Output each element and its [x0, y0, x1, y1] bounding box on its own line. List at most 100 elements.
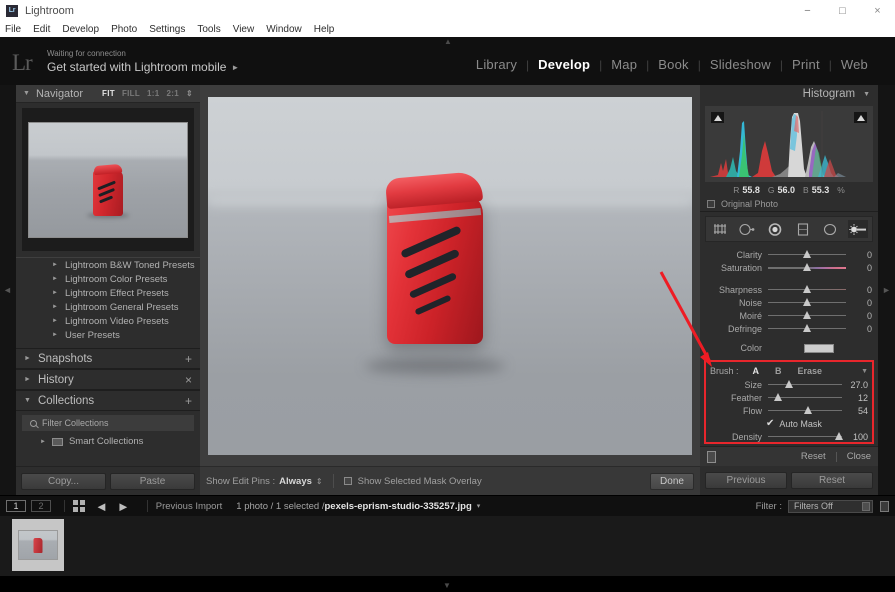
slider-clarity[interactable]: Clarity 0	[700, 248, 878, 261]
current-filename[interactable]: pexels-eprism-studio-335257.jpg	[324, 501, 471, 512]
noise-knob[interactable]	[803, 298, 811, 306]
spot-removal-icon[interactable]	[737, 220, 757, 238]
top-panel-collapse-arrow[interactable]: ▲	[440, 38, 456, 46]
zoom-1-1[interactable]: 1:1	[147, 89, 159, 98]
back-arrow-icon[interactable]: ◄	[95, 499, 108, 514]
color-swatch[interactable]	[804, 343, 834, 353]
histogram-panel[interactable]	[705, 106, 873, 182]
preset-group-bw-toned[interactable]: ► Lightroom B&W Toned Presets	[16, 258, 200, 272]
menu-photo[interactable]: Photo	[111, 24, 137, 35]
brush-feather-track[interactable]	[768, 393, 842, 401]
histogram-header[interactable]: Histogram ▼	[700, 85, 878, 103]
noise-track[interactable]	[768, 298, 846, 306]
preset-group-general[interactable]: ► Lightroom General Presets	[16, 300, 200, 314]
done-button[interactable]: Done	[650, 472, 694, 490]
menu-view[interactable]: View	[233, 24, 255, 35]
defringe-track[interactable]	[768, 324, 846, 332]
auto-mask-row[interactable]: ✔ Auto Mask	[706, 417, 872, 430]
left-panel-collapse-arrow[interactable]: ◄	[3, 278, 12, 302]
original-photo-checkbox[interactable]	[707, 199, 715, 208]
zoom-2-1[interactable]: 2:1	[167, 89, 179, 98]
edit-pins-stepper-icon[interactable]: ⇕	[316, 477, 323, 486]
slider-brush-density[interactable]: Density 100	[706, 430, 872, 443]
clear-history-icon[interactable]: ×	[185, 373, 192, 387]
original-photo-row[interactable]: Original Photo	[700, 196, 878, 212]
radial-filter-icon[interactable]	[820, 220, 840, 238]
filter-collections-row[interactable]: Filter Collections	[22, 415, 194, 431]
brush-reset-link[interactable]: Reset	[801, 451, 826, 462]
zoom-fit[interactable]: FIT	[102, 89, 115, 98]
module-print[interactable]: Print	[783, 57, 829, 72]
preset-group-color[interactable]: ► Lightroom Color Presets	[16, 272, 200, 286]
maximize-icon[interactable]: □	[825, 0, 860, 21]
collections-header[interactable]: ▼ Collections +	[16, 390, 200, 411]
previous-button[interactable]: Previous	[705, 472, 787, 489]
add-collection-icon[interactable]: +	[185, 394, 192, 408]
crop-overlay-icon[interactable]	[710, 220, 730, 238]
slider-sharpness[interactable]: Sharpness 0	[700, 283, 878, 296]
slider-brush-size[interactable]: Size 27.0	[706, 378, 872, 391]
adjustment-brush-icon[interactable]	[848, 220, 869, 238]
clarity-track[interactable]	[768, 250, 846, 258]
navigator-preview[interactable]	[22, 108, 194, 251]
brush-density-track[interactable]	[768, 432, 844, 440]
slider-moire[interactable]: Moiré 0	[700, 309, 878, 322]
paste-button[interactable]: Paste	[110, 472, 195, 490]
brush-density-knob[interactable]	[835, 432, 844, 440]
chevron-down-icon[interactable]: ▾	[477, 502, 481, 510]
menu-edit[interactable]: Edit	[33, 24, 50, 35]
brush-b-button[interactable]: B	[775, 366, 782, 376]
module-book[interactable]: Book	[649, 57, 697, 72]
clarity-knob[interactable]	[803, 250, 811, 258]
defringe-knob[interactable]	[803, 324, 811, 332]
source-label[interactable]: Previous Import	[156, 501, 223, 512]
show-edit-pins-value[interactable]: Always	[279, 476, 312, 487]
forward-arrow-icon[interactable]: ►	[117, 499, 130, 514]
history-header[interactable]: ► History ×	[16, 369, 200, 390]
filter-select[interactable]: Filters Off	[788, 499, 873, 513]
close-icon[interactable]: ×	[860, 0, 895, 21]
mask-overlay-checkbox[interactable]	[343, 477, 352, 485]
snapshots-header[interactable]: ► Snapshots +	[16, 348, 200, 369]
slider-defringe[interactable]: Defringe 0	[700, 322, 878, 335]
mobile-promo[interactable]: Get started with Lightroom mobile ►	[47, 60, 239, 75]
minimize-icon[interactable]: −	[790, 0, 825, 21]
preset-group-user[interactable]: ► User Presets	[16, 328, 200, 342]
menu-develop[interactable]: Develop	[62, 24, 99, 35]
grid-view-icon[interactable]	[73, 500, 85, 512]
module-develop[interactable]: Develop	[529, 57, 599, 72]
moire-knob[interactable]	[803, 311, 811, 319]
menu-help[interactable]: Help	[314, 24, 335, 35]
filmstrip-thumbnail[interactable]	[12, 519, 64, 571]
filter-stepper-icon[interactable]	[862, 501, 870, 511]
page-box-1[interactable]: 1	[6, 500, 26, 512]
highlight-clipping-indicator[interactable]	[854, 112, 867, 123]
shadow-clipping-indicator[interactable]	[711, 112, 724, 123]
graduated-filter-icon[interactable]	[793, 220, 813, 238]
navigator-header[interactable]: ▼ Navigator FIT FILL 1:1 2:1 ⇕	[16, 85, 200, 103]
preset-group-video[interactable]: ► Lightroom Video Presets	[16, 314, 200, 328]
menu-settings[interactable]: Settings	[149, 24, 185, 35]
auto-mask-checkbox[interactable]: ✔	[766, 418, 774, 429]
brush-feather-knob[interactable]	[774, 393, 783, 401]
moire-track[interactable]	[768, 311, 846, 319]
module-web[interactable]: Web	[832, 57, 877, 72]
module-slideshow[interactable]: Slideshow	[701, 57, 780, 72]
menu-window[interactable]: Window	[266, 24, 302, 35]
zoom-stepper-icon[interactable]: ⇕	[186, 89, 193, 98]
brush-flow-knob[interactable]	[803, 406, 812, 414]
brush-close-link[interactable]: Close	[847, 451, 871, 462]
menu-file[interactable]: File	[5, 24, 21, 35]
module-library[interactable]: Library	[467, 57, 526, 72]
module-map[interactable]: Map	[602, 57, 646, 72]
brush-erase-button[interactable]: Erase	[798, 366, 823, 376]
sharpness-track[interactable]	[768, 285, 846, 293]
red-eye-icon[interactable]	[765, 220, 785, 238]
menu-tools[interactable]: Tools	[197, 24, 220, 35]
switch-toggle-icon[interactable]	[707, 450, 716, 463]
slider-saturation[interactable]: Saturation 0	[700, 261, 878, 274]
preset-group-effect[interactable]: ► Lightroom Effect Presets	[16, 286, 200, 300]
brush-size-track[interactable]	[768, 380, 842, 388]
zoom-fill[interactable]: FILL	[122, 89, 140, 98]
slider-brush-feather[interactable]: Feather 12	[706, 391, 872, 404]
